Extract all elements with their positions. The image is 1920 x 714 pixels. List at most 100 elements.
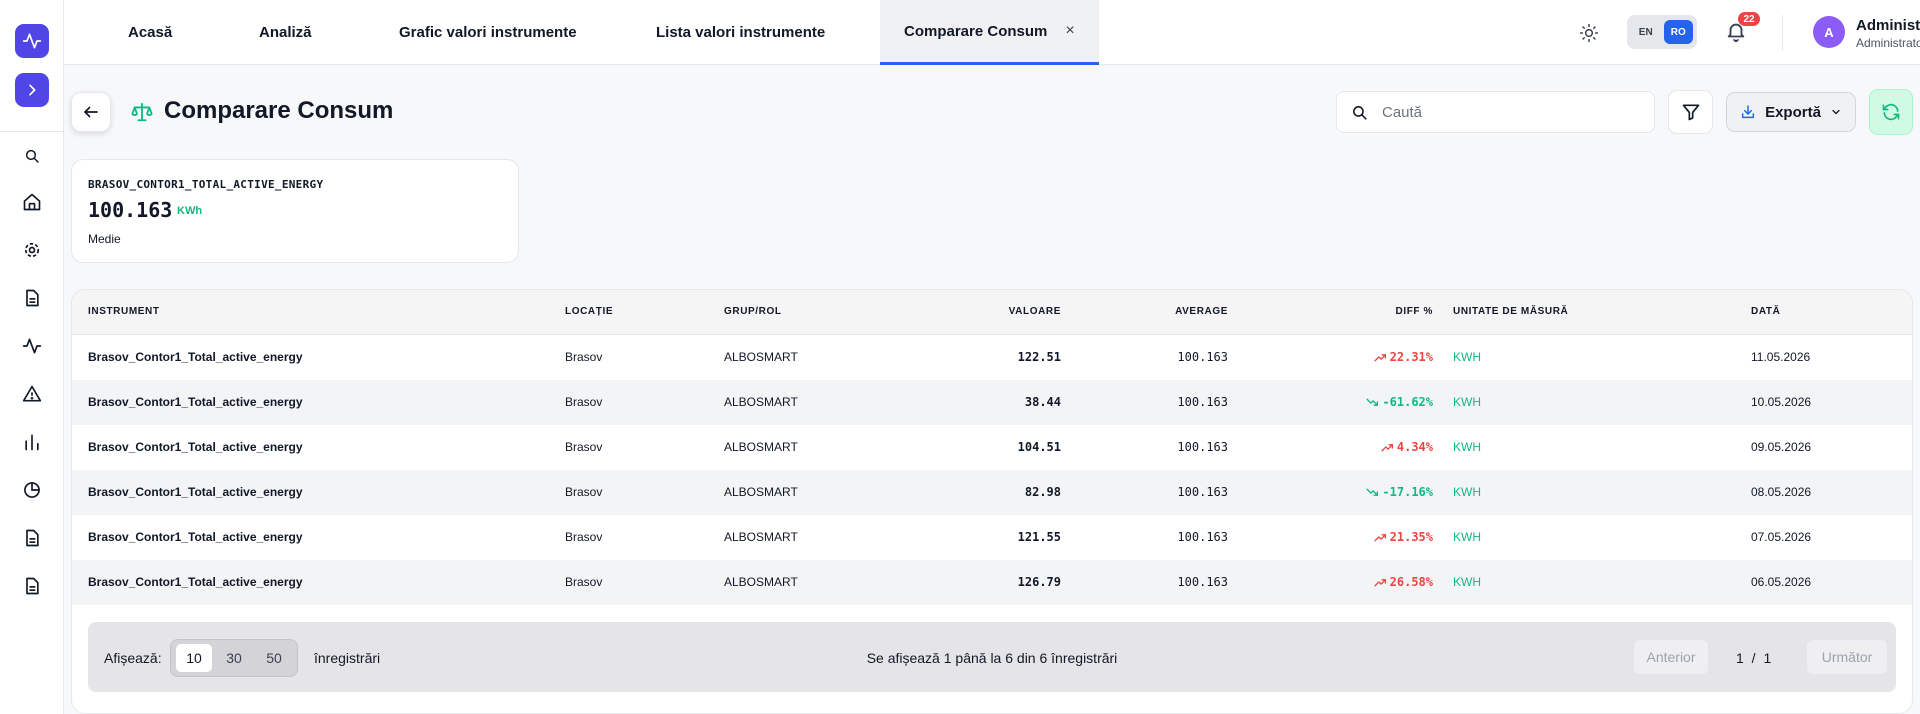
table-row[interactable]: Brasov_Contor1_Total_active_energy Brasov… [72, 380, 1912, 425]
cell-group: ALBOSMART [724, 440, 798, 454]
tab-lista-valori[interactable]: Lista valori instrumente [656, 0, 825, 65]
trend-up-icon [1374, 576, 1387, 589]
lang-en-button[interactable]: EN [1631, 20, 1661, 44]
tab-comparare-consum[interactable]: Comparare Consum × [880, 0, 1099, 65]
stat-label: BRASOV_CONTOR1_TOTAL_ACTIVE_ENERGY [88, 178, 324, 191]
table-row[interactable]: Brasov_Contor1_Total_active_energy Brasov… [72, 515, 1912, 560]
trend-up-icon [1374, 531, 1387, 544]
diff-value: -61.62% [1382, 395, 1433, 409]
page-size-selector: 10 30 50 [170, 639, 298, 677]
tab-label: Comparare Consum [904, 22, 1048, 40]
cell-unit: KWH [1453, 575, 1481, 589]
diff-value: -17.16% [1382, 485, 1433, 499]
sun-icon[interactable] [1577, 21, 1601, 45]
download-icon [1741, 105, 1755, 119]
document-icon[interactable] [16, 570, 48, 602]
lang-ro-button[interactable]: RO [1663, 20, 1693, 44]
activity-icon[interactable] [16, 330, 48, 362]
cell-location: Brasov [565, 440, 603, 454]
table-row[interactable]: Brasov_Contor1_Total_active_energy Brasov… [72, 560, 1912, 605]
diff-value: 4.34% [1396, 440, 1433, 454]
table-row[interactable]: Brasov_Contor1_Total_active_energy Brasov… [72, 425, 1912, 470]
cell-diff: 22.31% [1328, 350, 1433, 364]
trend-down-icon [1366, 486, 1379, 499]
cell-unit: KWH [1453, 440, 1481, 454]
stat-caption: Medie [88, 232, 121, 246]
home-icon[interactable] [16, 186, 48, 218]
cell-group: ALBOSMART [724, 530, 798, 544]
gear-icon[interactable] [16, 234, 48, 266]
cell-value: 126.79 [1017, 575, 1061, 589]
page-size-option[interactable]: 10 [175, 643, 213, 673]
cell-diff: -61.62% [1328, 395, 1433, 409]
cell-instrument: Brasov_Contor1_Total_active_energy [88, 530, 303, 544]
header-unit[interactable]: Unitate de măsură [1453, 306, 1568, 317]
avatar[interactable]: A [1813, 16, 1845, 48]
warning-icon[interactable] [16, 378, 48, 410]
close-icon[interactable]: × [1065, 22, 1074, 40]
previous-page-button[interactable]: Anterior [1634, 640, 1708, 674]
page-indicator: 1 / 1 [1736, 650, 1772, 666]
header-diff[interactable]: Diff % [1328, 306, 1433, 317]
tab-label: Analiză [259, 24, 312, 41]
back-button[interactable] [71, 92, 111, 132]
cell-unit: KWH [1453, 485, 1481, 499]
cell-location: Brasov [565, 530, 603, 544]
document-icon[interactable] [16, 522, 48, 554]
arrow-left-icon [84, 106, 98, 118]
stat-value: 100.163 [88, 198, 173, 222]
cell-value: 38.44 [1024, 395, 1061, 409]
cell-location: Brasov [565, 485, 603, 499]
page-size-label: Afișează: [104, 650, 162, 666]
diff-value: 26.58% [1389, 575, 1433, 589]
bar-chart-icon[interactable] [16, 426, 48, 458]
diff-value: 22.31% [1389, 350, 1433, 364]
header-date[interactable]: Dată [1751, 306, 1780, 317]
cell-location: Brasov [565, 575, 603, 589]
search-field [1336, 91, 1655, 133]
refresh-button[interactable] [1869, 89, 1913, 135]
tab-acasa[interactable]: Acasă [128, 0, 172, 65]
cell-date: 11.05.2026 [1751, 350, 1811, 364]
pagination: Afișează: 10 30 50 înregistrări Se afișe… [88, 622, 1896, 692]
user-name[interactable]: Administrator [1856, 17, 1920, 34]
refresh-icon [1882, 103, 1900, 121]
cell-average: 100.163 [1177, 530, 1228, 544]
table-row[interactable]: Brasov_Contor1_Total_active_energy Brasov… [72, 335, 1912, 380]
cell-group: ALBOSMART [724, 350, 798, 364]
header-location[interactable]: Locație [565, 306, 613, 317]
search-icon [1353, 105, 1367, 120]
tab-grafic-valori[interactable]: Grafic valori instrumente [399, 0, 577, 65]
cell-instrument: Brasov_Contor1_Total_active_energy [88, 485, 303, 499]
header-value[interactable]: Valoare [952, 306, 1061, 317]
user-role: Administrator [1856, 36, 1920, 50]
header-instrument[interactable]: Instrument [88, 306, 160, 317]
chevron-right-icon[interactable] [15, 73, 49, 107]
cell-diff: 4.34% [1328, 440, 1433, 454]
tab-label: Lista valori instrumente [656, 24, 826, 41]
notification-badge: 22 [1738, 12, 1760, 26]
cell-group: ALBOSMART [724, 485, 798, 499]
export-button[interactable]: Exportă [1726, 92, 1856, 132]
cell-instrument: Brasov_Contor1_Total_active_energy [88, 395, 303, 409]
cell-diff: 26.58% [1328, 575, 1433, 589]
header-average[interactable]: Average [1118, 306, 1228, 317]
search-icon[interactable] [16, 140, 48, 172]
cell-instrument: Brasov_Contor1_Total_active_energy [88, 350, 303, 364]
cell-instrument: Brasov_Contor1_Total_active_energy [88, 575, 303, 589]
cell-location: Brasov [565, 350, 603, 364]
cell-location: Brasov [565, 395, 603, 409]
page-size-option[interactable]: 30 [215, 643, 253, 673]
next-page-button[interactable]: Următor [1807, 640, 1887, 674]
table-row[interactable]: Brasov_Contor1_Total_active_energy Brasov… [72, 470, 1912, 515]
page-size-option[interactable]: 50 [255, 643, 293, 673]
tab-analiza[interactable]: Analiză [259, 0, 312, 65]
data-table: Instrument Locație Grup/Rol Valoare Aver… [71, 289, 1913, 714]
logo-activity-icon[interactable] [15, 24, 49, 58]
filter-button[interactable] [1668, 90, 1713, 134]
pie-chart-icon[interactable] [16, 474, 48, 506]
header-group[interactable]: Grup/Rol [724, 306, 782, 317]
search-input[interactable] [1382, 103, 1632, 121]
document-icon[interactable] [16, 282, 48, 314]
language-switch: EN RO [1627, 15, 1697, 49]
